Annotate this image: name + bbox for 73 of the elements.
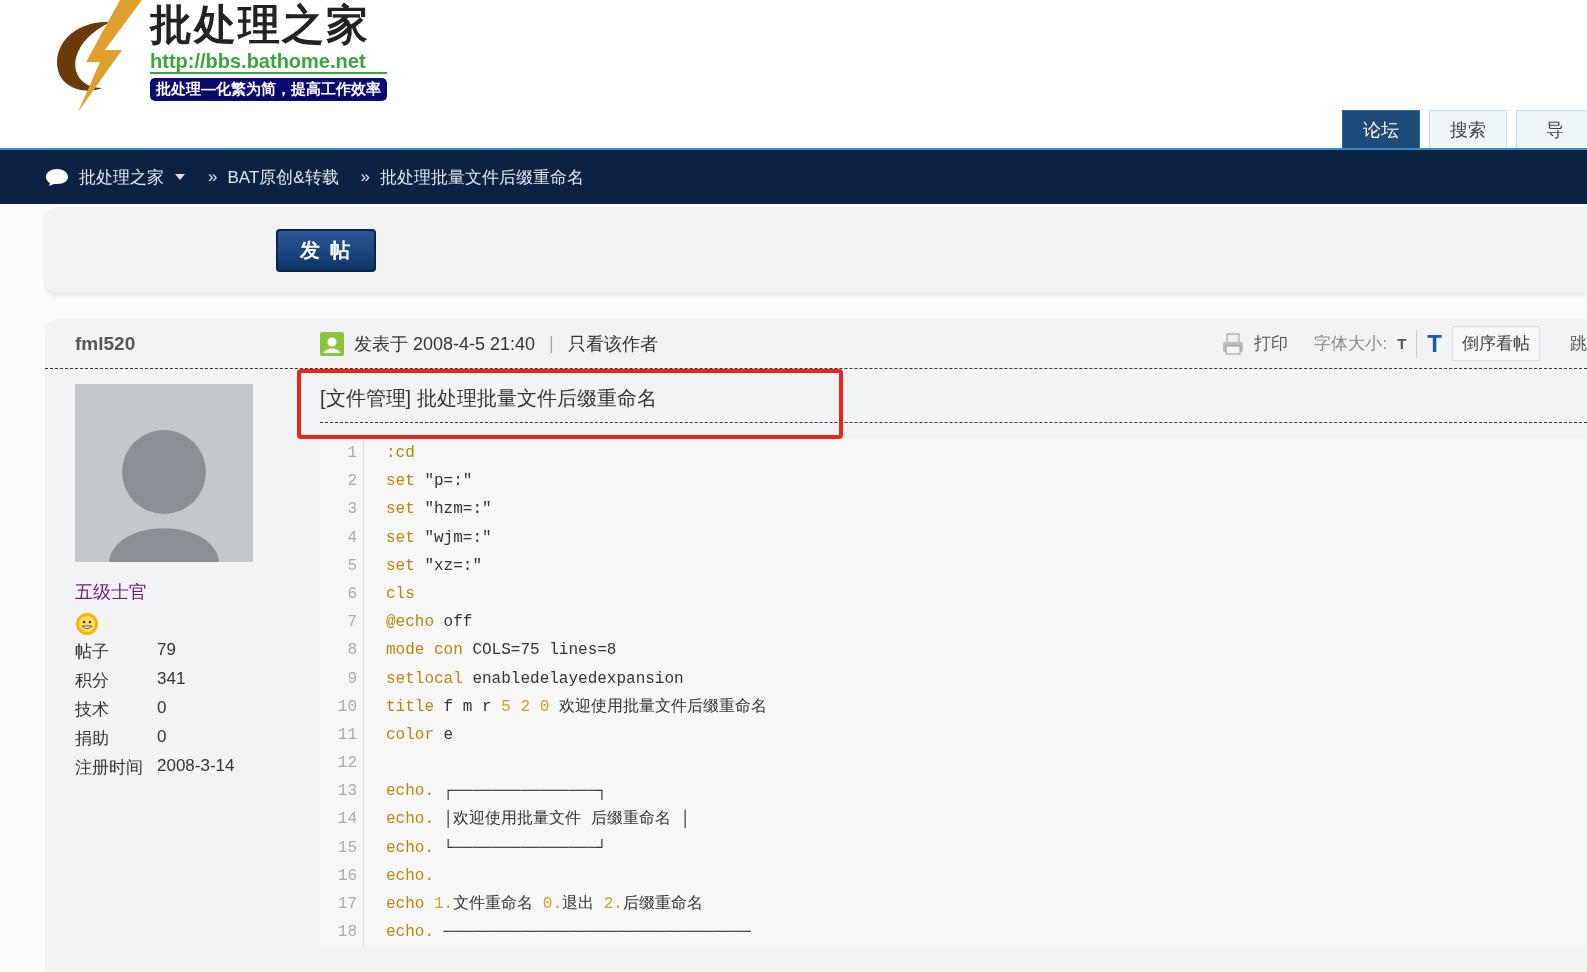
line-number: 18 [336, 922, 358, 944]
caret-icon[interactable] [174, 173, 186, 181]
logo-title: 批处理之家 [150, 0, 371, 50]
code-line: cls [386, 583, 416, 605]
code-line: setlocal enabledelayedexpansion [386, 668, 685, 690]
code-line: echo. ┌───────────────┐ [386, 781, 608, 803]
user-icon [320, 331, 344, 356]
line-number: 4 [346, 527, 358, 549]
stat-label: 技术 [75, 699, 110, 721]
line-number: 12 [336, 753, 358, 775]
logo-slogan: 批处理—化繁为简，提高工作效率 [150, 78, 387, 101]
font-size-label: 字体大小: [1314, 333, 1388, 355]
speech-bubble-icon [45, 167, 69, 187]
separator-text: | [549, 333, 554, 354]
stat-value: 341 [157, 669, 187, 690]
code-line: echo. ──────────────────────────────── [386, 922, 752, 944]
line-number: 11 [336, 724, 358, 746]
stat-label: 捐助 [75, 728, 110, 750]
stat-label: 积分 [75, 670, 110, 692]
code-line: echo. └───────────────┘ [386, 837, 608, 859]
post-date: 发表于 2008-4-5 21:40 [354, 332, 536, 356]
new-post-button[interactable]: 发 帖 [276, 228, 376, 272]
code-line: echo. │欢迎使用批量文件 后缀重命名 │ [386, 808, 692, 831]
code-line: color e [386, 724, 455, 746]
line-number: 9 [346, 668, 358, 690]
large-font-button[interactable]: T [1416, 329, 1442, 358]
breadcrumb-link[interactable]: 批处理之家 [79, 165, 164, 189]
line-number: 3 [346, 499, 358, 521]
stat-value: 0 [157, 727, 168, 748]
code-line: echo 1.文件重命名 0.退出 2.后缀重命名 [386, 893, 704, 915]
line-number: 17 [336, 894, 358, 915]
stat-value: 2008-3-14 [157, 756, 236, 777]
author-only-link[interactable]: 只看该作者 [567, 331, 658, 356]
jump-link[interactable]: 跳 [1570, 332, 1587, 355]
line-number: 13 [336, 781, 358, 803]
stat-value: 79 [157, 640, 177, 661]
code-line: set "wjm=:" [386, 527, 493, 549]
line-number: 5 [346, 555, 358, 577]
thread-title: [文件管理] 批处理批量文件后缀重命名 [320, 387, 657, 409]
code-line: mode con COLS=75 lines=8 [386, 640, 618, 662]
line-number: 6 [346, 583, 358, 605]
user-rank: 五级士官 [75, 581, 148, 604]
code-line: set "hzm=:" [386, 499, 493, 521]
stat-label: 帖子 [75, 641, 110, 663]
line-number: 10 [336, 696, 358, 718]
breadcrumb-separator: » [360, 167, 371, 187]
line-number: 7 [346, 612, 358, 634]
code-line: @echo off [386, 612, 474, 634]
breadcrumb-separator: » [208, 167, 218, 187]
line-number: 8 [346, 640, 358, 662]
code-line: echo. [386, 865, 435, 887]
line-number: 2 [346, 471, 358, 493]
nav-tab[interactable]: 导 [1516, 110, 1587, 148]
nav-tab[interactable]: 搜索 [1429, 110, 1507, 148]
printer-icon [1222, 332, 1245, 355]
line-number: 16 [336, 865, 358, 887]
nav-tab[interactable]: 论坛 [1342, 110, 1420, 148]
reverse-order-button[interactable]: 倒序看帖 [1452, 326, 1540, 361]
code-line: title f m r 5 2 0 欢迎使用批量文件后缀重命名 [386, 696, 768, 718]
code-line: :cd [386, 443, 416, 464]
author-name[interactable]: fml520 [45, 332, 300, 355]
stat-label: 注册时间 [75, 757, 144, 779]
code-line: set "xz=:" [386, 555, 484, 577]
line-number: 14 [336, 809, 358, 831]
stat-value: 0 [157, 698, 168, 719]
line-number: 15 [336, 837, 358, 859]
breadcrumb-link[interactable]: BAT原创&转载 [227, 165, 339, 189]
smiley-icon [75, 612, 99, 636]
print-link[interactable]: 打印 [1254, 332, 1289, 355]
code-line: set "p=:" [386, 471, 474, 493]
small-font-button[interactable]: T [1397, 335, 1407, 352]
line-number: 1 [346, 443, 358, 464]
breadcrumb-link[interactable]: 批处理批量文件后缀重命名 [380, 165, 585, 189]
